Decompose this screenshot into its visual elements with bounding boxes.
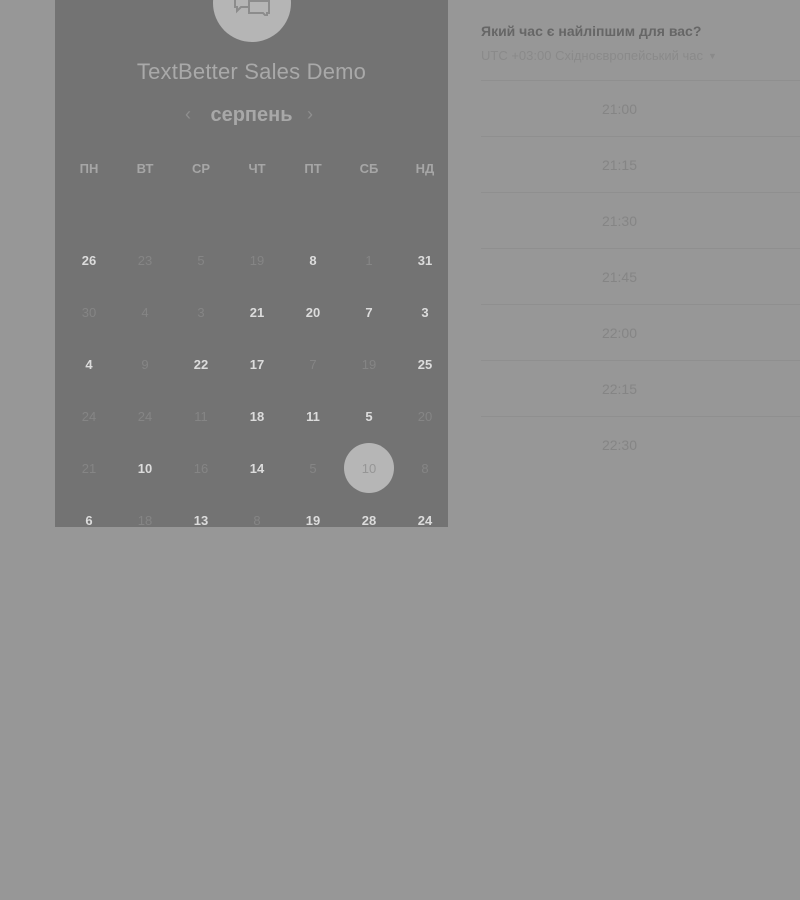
time-slot-button[interactable]: 22:00 (481, 304, 800, 361)
time-slot-button[interactable]: 21:15 (481, 136, 800, 193)
time-question: Який час є найліпшим для вас? (481, 23, 702, 39)
calendar-day[interactable]: 4 (64, 339, 114, 389)
calendar-day[interactable]: 11 (288, 391, 338, 441)
month-navigation: ‹ серпень › (55, 102, 448, 128)
calendar-day: 1 (365, 252, 373, 268)
calendar-day[interactable]: 3 (400, 287, 448, 337)
time-slot-label: 21:30 (601, 213, 638, 229)
calendar-day: 20 (417, 408, 433, 424)
calendar-day[interactable]: 26 (64, 235, 114, 285)
calendar-day: 19 (249, 252, 265, 268)
time-slot-button[interactable]: 21:00 (481, 80, 800, 137)
calendar-day[interactable]: 8 (288, 235, 338, 285)
calendar-day: 23 (137, 252, 153, 268)
calendar-day: 18 (137, 512, 153, 528)
calendar-day[interactable]: 18 (232, 391, 282, 441)
calendar-day[interactable]: 25 (400, 339, 448, 389)
calendar-day: 16 (193, 460, 209, 476)
chat-bubbles-icon (234, 0, 270, 16)
calendar-day[interactable]: 22 (176, 339, 226, 389)
calendar-day[interactable]: 31 (400, 235, 448, 285)
month-label: серпень (210, 104, 293, 126)
event-title: TextBetter Sales Demo (136, 59, 367, 84)
calendar-day: 11 (194, 408, 208, 424)
calendar-day: 7 (309, 356, 317, 372)
calendar-day: 5 (309, 460, 317, 476)
weekday-header: СБ (359, 161, 379, 176)
caret-down-icon: ▼ (707, 51, 717, 61)
weekday-header: ПТ (304, 161, 322, 176)
calendar-day: 8 (421, 460, 429, 476)
calendar-day: 19 (361, 356, 377, 372)
event-logo (213, 0, 291, 42)
calendar-day[interactable]: 20 (288, 287, 338, 337)
calendar-day-selected[interactable]: 10 (344, 443, 394, 493)
time-slot-label: 21:45 (601, 269, 638, 285)
calendar-day: 30 (81, 304, 97, 320)
calendar-day: 5 (197, 252, 205, 268)
calendar-day[interactable]: 10 (120, 443, 170, 493)
calendar-panel: TextBetter Sales Demo ‹ серпень › ПН ВТ СР… (55, 0, 448, 527)
calendar-day[interactable]: 19 (288, 495, 338, 528)
weekday-header: ЧТ (248, 161, 266, 176)
weekday-header: ВТ (136, 161, 154, 176)
time-slot-button[interactable]: 22:15 (481, 360, 800, 417)
calendar-day[interactable]: 21 (232, 287, 282, 337)
calendar-day[interactable]: 7 (344, 287, 394, 337)
time-slot-label: 21:00 (601, 101, 638, 117)
calendar-day: 8 (253, 512, 261, 528)
calendar-day[interactable]: 24 (400, 495, 448, 528)
time-slot-button[interactable]: 21:30 (481, 192, 800, 249)
calendar-day: 9 (141, 356, 149, 372)
timezone-label: UTC +03:00 Східноєвропейський час (481, 48, 703, 63)
time-slot-label: 22:15 (601, 381, 638, 397)
calendar-day[interactable]: 13 (176, 495, 226, 528)
time-slot-label: 22:00 (601, 325, 638, 341)
chevron-right-icon[interactable]: › (307, 104, 313, 125)
weekday-header: ПН (79, 161, 99, 176)
calendar-day: 24 (137, 408, 153, 424)
calendar-day: 3 (197, 304, 205, 320)
calendar-day: 21 (81, 460, 97, 476)
time-slot-label: 22:30 (601, 437, 638, 453)
time-slot-label: 21:15 (601, 157, 638, 173)
calendar-day[interactable]: 28 (344, 495, 394, 528)
calendar-day: 24 (81, 408, 97, 424)
calendar-day[interactable]: 6 (64, 495, 114, 528)
time-slot-button[interactable]: 22:30 (481, 416, 800, 473)
timezone-selector[interactable]: UTC +03:00 Східноєвропейський час ▼ (481, 48, 717, 63)
weekday-header: НД (415, 161, 435, 176)
time-slot-button[interactable]: 21:45 (481, 248, 800, 305)
weekday-header: СР (191, 161, 211, 176)
calendar-day: 4 (141, 304, 149, 320)
calendar-day[interactable]: 14 (232, 443, 282, 493)
calendar-day[interactable]: 17 (232, 339, 282, 389)
calendar-day[interactable]: 5 (344, 391, 394, 441)
